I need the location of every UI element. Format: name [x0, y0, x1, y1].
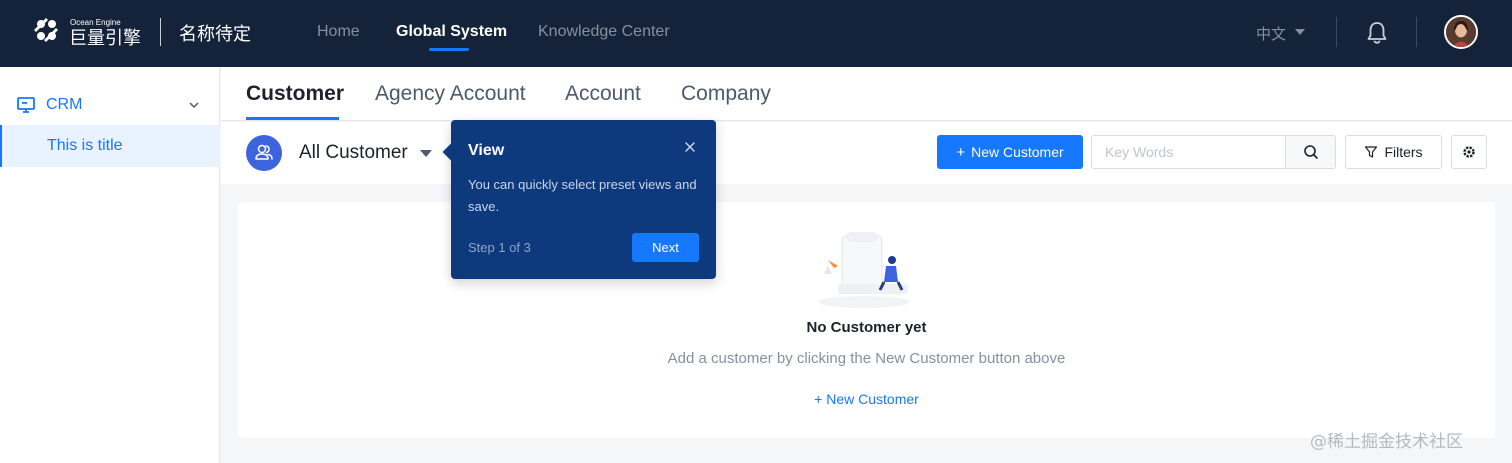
- view-selector-avatar[interactable]: [246, 135, 282, 171]
- popover-title: View: [468, 142, 505, 159]
- logo-tagline: Ocean Engine: [70, 18, 121, 27]
- plus-icon: +: [956, 143, 966, 161]
- plus-icon: +: [814, 391, 827, 407]
- top-navbar: Ocean Engine 巨量引擎 名称待定 Home Global Syste…: [0, 0, 1512, 67]
- search-icon: [1304, 145, 1318, 159]
- empty-state-description: Add a customer by clicking the New Custo…: [667, 350, 1066, 367]
- monitor-icon: [17, 97, 35, 113]
- language-selector[interactable]: 中文: [1256, 23, 1286, 44]
- ocean-engine-logo[interactable]: Ocean Engine 巨量引擎: [32, 14, 144, 50]
- nav-knowledge-center[interactable]: Knowledge Center: [538, 23, 670, 41]
- tab-account[interactable]: Account: [565, 82, 641, 106]
- users-icon: [255, 144, 273, 160]
- caret-down-icon[interactable]: [1295, 29, 1305, 35]
- view-selector-label[interactable]: All Customer: [299, 142, 408, 164]
- empty-state-title: No Customer yet: [806, 319, 927, 336]
- filters-button[interactable]: Filters: [1345, 135, 1442, 169]
- popover-step-counter: Step 1 of 3: [468, 240, 531, 255]
- new-customer-link-label[interactable]: New Customer: [826, 391, 919, 407]
- sidebar-item-label: This is title: [47, 137, 123, 154]
- tab-active-indicator: [246, 117, 339, 120]
- close-icon[interactable]: [682, 139, 698, 155]
- tab-agency-account[interactable]: Agency Account: [375, 82, 526, 106]
- logo-divider: [160, 18, 161, 46]
- nav-home[interactable]: Home: [317, 23, 360, 41]
- popover-next-button[interactable]: Next: [632, 233, 699, 262]
- header-divider: [1416, 17, 1417, 47]
- customer-list-card: No Customer yet Add a customer by clicki…: [238, 202, 1495, 438]
- sidebar-group-label: CRM: [46, 96, 83, 113]
- watermark: @稀土掘金技术社区: [1310, 432, 1463, 452]
- sidebar-group-crm[interactable]: CRM: [0, 93, 220, 117]
- tab-company[interactable]: Company: [681, 82, 771, 106]
- settings-button[interactable]: [1451, 135, 1487, 169]
- new-customer-button[interactable]: + New Customer: [937, 135, 1083, 169]
- guide-popover: View You can quickly select preset views…: [442, 120, 716, 279]
- app-name: 名称待定: [179, 24, 251, 45]
- active-indicator: [0, 125, 2, 167]
- chevron-down-icon[interactable]: [188, 99, 200, 111]
- caret-down-icon[interactable]: [420, 150, 432, 157]
- tab-bar: Customer Agency Account Account Company: [221, 67, 1512, 121]
- empty-state-new-customer-link[interactable]: + New Customer: [238, 391, 1495, 407]
- filters-button-label: Filters: [1384, 144, 1423, 160]
- sidebar: CRM This is title: [0, 67, 220, 463]
- nav-active-indicator: [429, 48, 469, 51]
- tab-customer[interactable]: Customer: [246, 82, 344, 106]
- search-input[interactable]: [1093, 137, 1283, 167]
- popover-body: You can quickly select preset views and …: [468, 177, 697, 214]
- bell-icon[interactable]: [1364, 20, 1390, 46]
- logo-wordmark: 巨量引擎: [69, 28, 141, 49]
- header-divider: [1336, 17, 1337, 47]
- toolbar: All Customer + New Customer Filters: [221, 122, 1512, 184]
- new-customer-button-label: New Customer: [971, 144, 1064, 160]
- nav-global-system[interactable]: Global System: [396, 23, 507, 41]
- search-box: [1091, 135, 1336, 169]
- user-avatar[interactable]: [1444, 15, 1478, 49]
- filter-icon: [1365, 146, 1378, 158]
- sidebar-item-this-is-title[interactable]: This is title: [0, 125, 220, 167]
- gear-icon: [1463, 146, 1475, 158]
- search-button[interactable]: [1285, 136, 1335, 168]
- empty-state-illustration: [818, 232, 910, 308]
